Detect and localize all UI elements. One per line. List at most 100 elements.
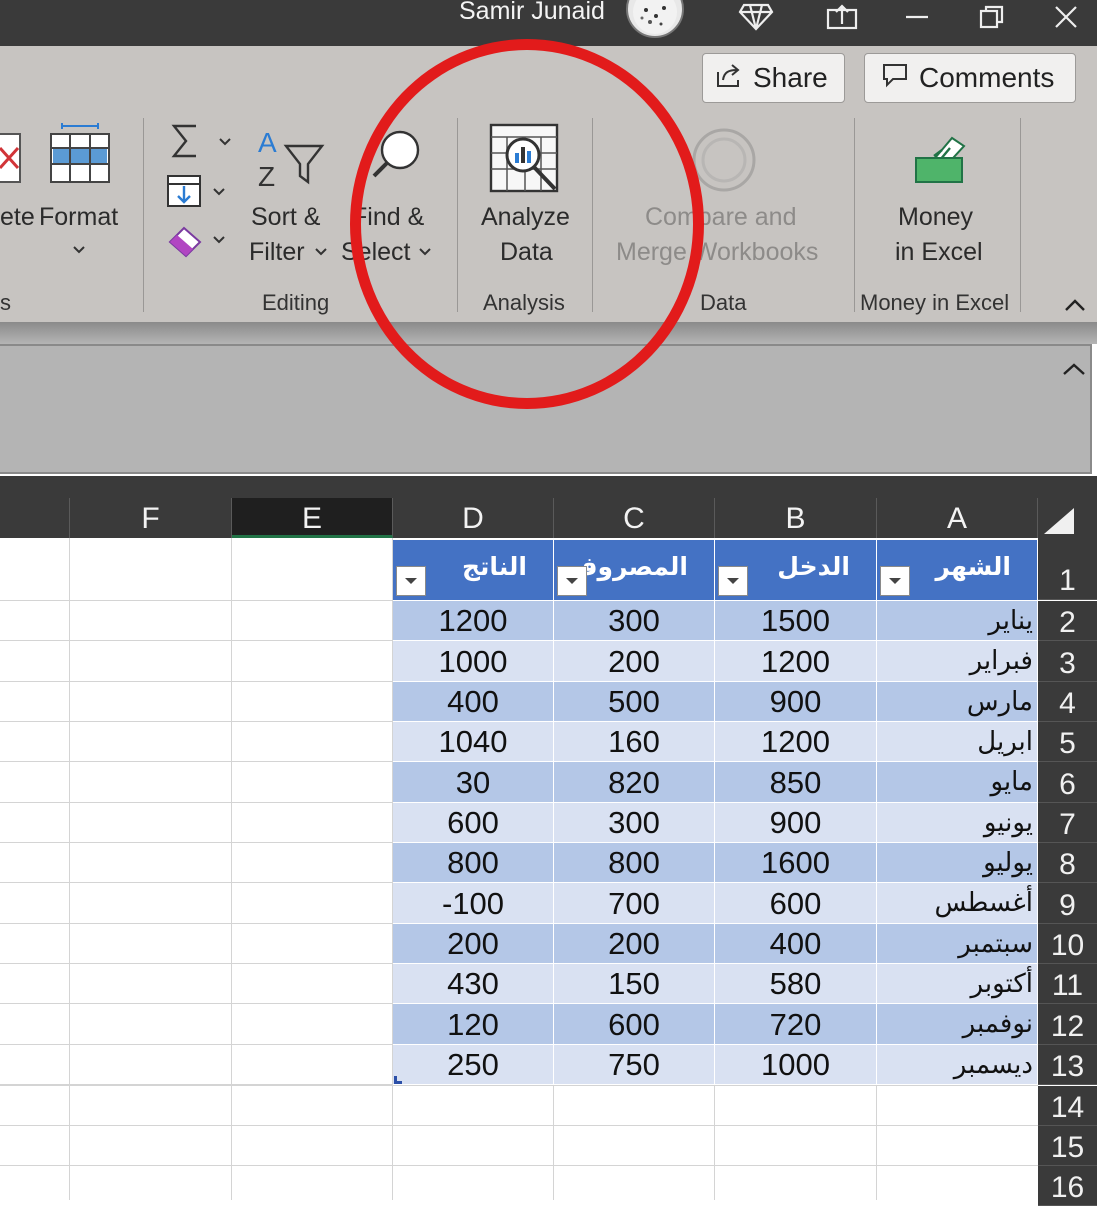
cell-expense[interactable]: 150 xyxy=(554,964,715,1004)
cell-expense[interactable]: 600 xyxy=(554,1004,715,1045)
row-header[interactable]: 9 xyxy=(1038,883,1097,924)
delete-cells-icon[interactable] xyxy=(0,130,24,186)
cell-net[interactable]: 1200 xyxy=(393,601,554,641)
cell-month[interactable]: أكتوبر xyxy=(877,964,1038,1004)
cell-month[interactable]: ديسمبر xyxy=(877,1045,1038,1085)
column-header-b[interactable]: B xyxy=(715,498,877,538)
cell-expense[interactable]: 820 xyxy=(554,762,715,803)
cell-expense[interactable]: 500 xyxy=(554,682,715,722)
sort-filter-icon[interactable]: AZ xyxy=(254,126,326,192)
select-all-corner[interactable] xyxy=(1038,498,1097,538)
cell-net[interactable]: 30 xyxy=(393,762,554,803)
format-cells-icon[interactable] xyxy=(48,122,112,186)
cell-net[interactable]: 1000 xyxy=(393,641,554,682)
row-header[interactable]: 3 xyxy=(1038,641,1097,682)
compare-merge-icon[interactable] xyxy=(690,126,758,194)
cell-month[interactable]: يناير xyxy=(877,601,1038,641)
cell-month[interactable]: يوليو xyxy=(877,843,1038,883)
column-header-a[interactable]: A xyxy=(877,498,1038,538)
avatar[interactable] xyxy=(626,0,684,38)
cell-net[interactable]: 1040 xyxy=(393,722,554,762)
table-header-income[interactable]: الدخل xyxy=(715,540,877,600)
column-header-partial[interactable] xyxy=(0,498,70,538)
cell-expense[interactable]: 300 xyxy=(554,601,715,641)
sort-filter-label-2[interactable]: Filter xyxy=(249,235,305,269)
cell-expense[interactable]: 700 xyxy=(554,883,715,924)
cell-net[interactable]: 120 xyxy=(393,1004,554,1045)
cell-month[interactable]: نوفمبر xyxy=(877,1004,1038,1045)
row-header[interactable]: 11 xyxy=(1038,964,1097,1004)
row-header[interactable]: 10 xyxy=(1038,924,1097,964)
row-header[interactable]: 12 xyxy=(1038,1004,1097,1045)
fill-icon[interactable] xyxy=(166,174,230,210)
filter-dropdown-icon[interactable] xyxy=(396,566,426,596)
minimize-icon[interactable] xyxy=(897,0,937,34)
cell-income[interactable]: 1200 xyxy=(715,722,877,762)
cell-month[interactable]: مايو xyxy=(877,762,1038,803)
row-header[interactable]: 5 xyxy=(1038,722,1097,762)
cell-net[interactable]: 800 xyxy=(393,843,554,883)
cell-expense[interactable]: 200 xyxy=(554,641,715,682)
cell-month[interactable]: أغسطس xyxy=(877,883,1038,924)
money-in-excel-icon[interactable] xyxy=(912,134,968,186)
delete-label[interactable]: ete xyxy=(0,200,35,234)
table-header-net[interactable]: الناتج xyxy=(393,540,554,600)
column-header-e[interactable]: E xyxy=(232,498,393,538)
row-header[interactable]: 1 xyxy=(1038,538,1097,600)
cell-net[interactable]: 600 xyxy=(393,803,554,843)
row-header[interactable]: 13 xyxy=(1038,1045,1097,1085)
cell-income[interactable]: 600 xyxy=(715,883,877,924)
autosum-icon[interactable] xyxy=(170,122,232,162)
row-header[interactable]: 7 xyxy=(1038,803,1097,843)
cell-expense[interactable]: 300 xyxy=(554,803,715,843)
restore-icon[interactable] xyxy=(972,0,1012,34)
collapse-ribbon-icon[interactable] xyxy=(1064,298,1086,317)
filter-dropdown-icon[interactable] xyxy=(880,566,910,596)
row-header[interactable]: 14 xyxy=(1038,1086,1097,1126)
cell-expense[interactable]: 200 xyxy=(554,924,715,964)
table-header-month[interactable]: الشهر xyxy=(877,540,1038,600)
row-header[interactable]: 4 xyxy=(1038,682,1097,722)
user-name[interactable]: Samir Junaid xyxy=(459,0,605,26)
cell-income[interactable]: 720 xyxy=(715,1004,877,1045)
table-header-expense[interactable]: المصروف xyxy=(554,540,715,600)
format-label[interactable]: Format xyxy=(39,200,118,234)
cell-month[interactable]: مارس xyxy=(877,682,1038,722)
cell-month[interactable]: يونيو xyxy=(877,803,1038,843)
row-header[interactable]: 6 xyxy=(1038,762,1097,803)
upload-icon[interactable] xyxy=(822,0,862,34)
filter-dropdown-icon[interactable] xyxy=(557,566,587,596)
cell-expense[interactable]: 750 xyxy=(554,1045,715,1085)
share-button[interactable]: Share xyxy=(702,53,845,103)
cell-income[interactable]: 900 xyxy=(715,682,877,722)
sort-chevron-icon[interactable] xyxy=(314,244,328,262)
cell-net[interactable]: 200 xyxy=(393,924,554,964)
collapse-formula-icon[interactable] xyxy=(1062,362,1086,381)
cell-income[interactable]: 580 xyxy=(715,964,877,1004)
row-header[interactable]: 16 xyxy=(1038,1166,1097,1206)
money-label-2[interactable]: in Excel xyxy=(895,235,983,269)
column-header-f[interactable]: F xyxy=(70,498,232,538)
cell-month[interactable]: فبراير xyxy=(877,641,1038,682)
cell-expense[interactable]: 160 xyxy=(554,722,715,762)
cell-month[interactable]: ابريل xyxy=(877,722,1038,762)
row-header[interactable]: 8 xyxy=(1038,843,1097,883)
format-chevron-icon[interactable] xyxy=(72,242,86,260)
cell-month[interactable]: سبتمبر xyxy=(877,924,1038,964)
cell-income[interactable]: 850 xyxy=(715,762,877,803)
cell-net[interactable]: 400 xyxy=(393,682,554,722)
column-header-c[interactable]: C xyxy=(554,498,715,538)
cell-income[interactable]: 1500 xyxy=(715,601,877,641)
comments-button[interactable]: Comments xyxy=(864,53,1076,103)
cell-net[interactable]: -100 xyxy=(393,883,554,924)
cell-income[interactable]: 1200 xyxy=(715,641,877,682)
table-resize-handle[interactable] xyxy=(394,1076,402,1084)
cell-expense[interactable]: 800 xyxy=(554,843,715,883)
clear-icon[interactable] xyxy=(166,222,230,262)
cell-net[interactable]: 430 xyxy=(393,964,554,1004)
close-icon[interactable] xyxy=(1046,0,1086,34)
money-label-1[interactable]: Money xyxy=(898,200,973,234)
diamond-icon[interactable] xyxy=(735,0,777,34)
cell-income[interactable]: 900 xyxy=(715,803,877,843)
row-header[interactable]: 2 xyxy=(1038,601,1097,641)
